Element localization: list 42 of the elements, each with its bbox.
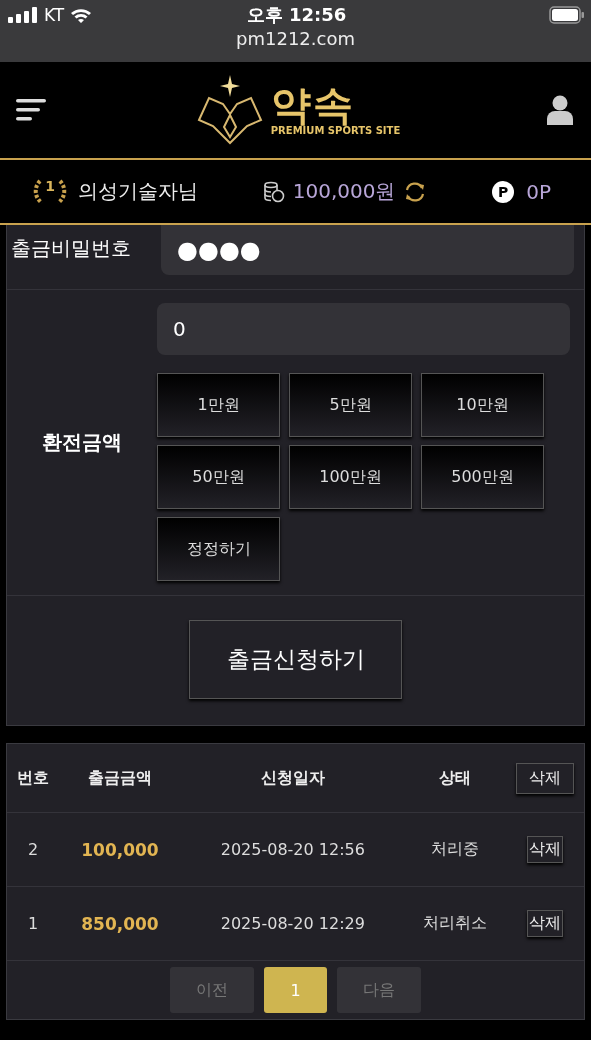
table-cell: 2025-08-20 12:56 xyxy=(180,812,405,887)
amount-button[interactable]: 정정하기 xyxy=(157,517,280,581)
field-label: 출금비밀번호 xyxy=(10,235,132,262)
user-icon[interactable] xyxy=(547,95,573,125)
table-cell: 100,000 xyxy=(59,812,181,887)
amount-button[interactable]: 10만원 xyxy=(421,373,544,437)
amount-button[interactable]: 5만원 xyxy=(289,373,412,437)
delete-all-button[interactable]: 삭제 xyxy=(516,762,574,794)
delete-button[interactable]: 삭제 xyxy=(527,836,563,863)
column-header: 출금금액 xyxy=(59,744,181,813)
amount-button[interactable]: 50만원 xyxy=(157,445,280,509)
column-header: 상태 xyxy=(404,744,506,813)
battery-icon xyxy=(549,6,585,24)
withdraw-request-button[interactable]: 출금신청하기 xyxy=(189,620,402,699)
menu-icon[interactable] xyxy=(16,98,46,122)
signal-icon xyxy=(8,7,38,23)
points-amount: 0P xyxy=(526,179,551,204)
field-label: 환전금액 xyxy=(41,428,123,456)
coins-icon xyxy=(262,180,285,203)
balance-amount: 100,000원 xyxy=(292,178,396,205)
address-url[interactable]: pm1212.com xyxy=(236,28,355,49)
delete-button[interactable]: 삭제 xyxy=(527,910,563,937)
table-cell: 1 xyxy=(7,886,60,961)
column-header: 신청일자 xyxy=(180,744,405,813)
table-cell: 2025-08-20 12:29 xyxy=(180,886,405,961)
table-cell: 처리중 xyxy=(404,812,506,887)
logo-title: 약속 xyxy=(270,84,355,125)
amount-button[interactable]: 500만원 xyxy=(421,445,544,509)
carrier-name: KT xyxy=(44,5,65,25)
amount-button[interactable]: 100만원 xyxy=(289,445,412,509)
clock-time: 오후 12:56 xyxy=(246,3,347,27)
column-header: 번호 xyxy=(7,744,60,813)
password-field[interactable]: ●●●● xyxy=(161,225,574,275)
amount-button[interactable]: 1만원 xyxy=(157,373,280,437)
table-cell: 2 xyxy=(7,812,60,887)
amount-field[interactable]: 0 xyxy=(157,303,570,355)
username: 의성기술자님 xyxy=(78,178,198,205)
rank-badge: 1 xyxy=(30,176,70,207)
table-cell: 처리취소 xyxy=(404,886,506,961)
table-cell: 850,000 xyxy=(59,886,181,961)
wifi-icon xyxy=(70,7,93,23)
points-badge: P xyxy=(492,180,515,203)
